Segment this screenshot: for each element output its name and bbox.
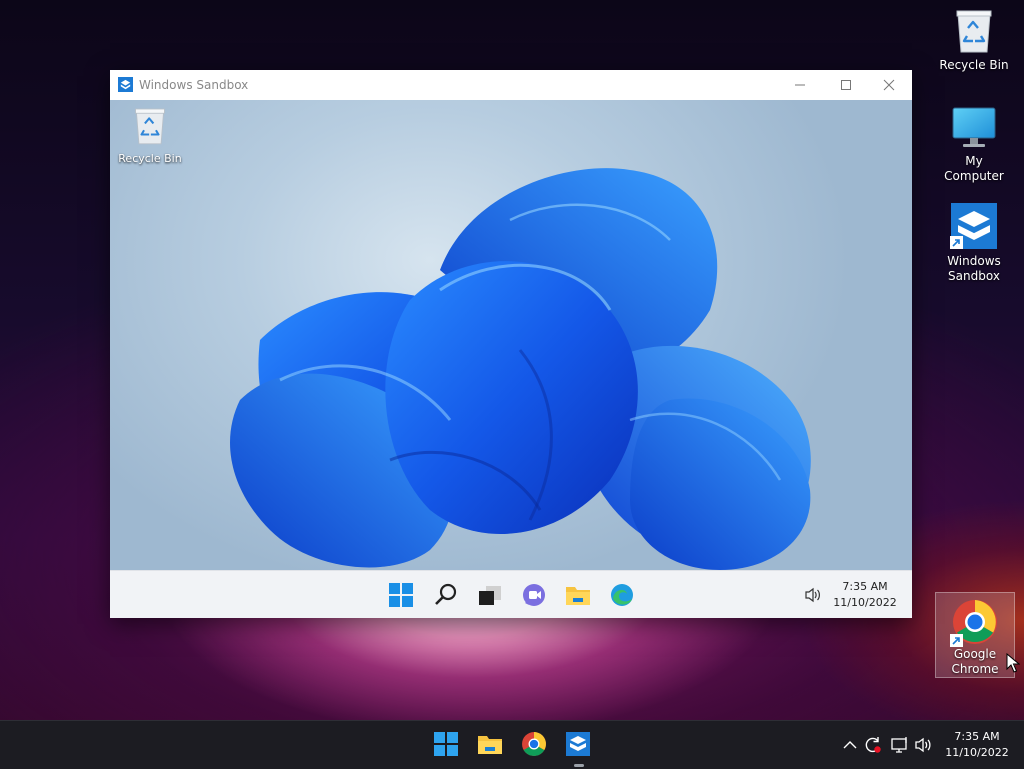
- chevron-up-icon: [843, 741, 857, 749]
- bloom-wallpaper: [230, 168, 811, 570]
- search-icon: [435, 583, 457, 605]
- update-icon: [865, 737, 881, 753]
- desktop-icon-recycle-bin[interactable]: Recycle Bin: [934, 8, 1014, 73]
- network-icon: [891, 737, 907, 753]
- desktop-icon-label: Recycle Bin: [118, 152, 182, 165]
- start-button[interactable]: [388, 582, 414, 608]
- edge-icon: [611, 584, 633, 606]
- desktop-icon-google-chrome[interactable]: Google Chrome: [935, 592, 1015, 678]
- sandbox-desktop[interactable]: Recycle Bin 7:35 AM 11/10/2022: [110, 100, 912, 618]
- task-view-icon: [479, 586, 501, 605]
- chrome-icon: [950, 600, 997, 647]
- show-hidden-icons-button[interactable]: [840, 735, 860, 755]
- volume-button[interactable]: [914, 735, 934, 755]
- chrome-icon: [522, 732, 546, 756]
- taskbar[interactable]: 7:35 AM 11/10/2022: [0, 720, 1024, 769]
- desktop-icon-my-computer[interactable]: My Computer: [934, 106, 1014, 184]
- file-explorer-button[interactable]: [565, 582, 591, 608]
- sandbox-desktop-icon-recycle-bin[interactable]: Recycle Bin: [114, 106, 186, 165]
- window-titlebar[interactable]: Windows Sandbox: [110, 70, 912, 100]
- sandbox-volume-button[interactable]: [804, 587, 822, 606]
- clock-time: 7:35 AM: [842, 580, 888, 593]
- start-icon: [434, 732, 458, 756]
- chat-button[interactable]: [521, 582, 547, 608]
- recycle-bin-icon: [956, 10, 992, 53]
- desktop-icon-label: My Computer: [944, 154, 1004, 183]
- mouse-cursor-icon: [1006, 653, 1020, 673]
- recycle-bin-icon: [135, 108, 165, 145]
- desktop-icon-label: Recycle Bin: [939, 58, 1009, 72]
- monitor-icon: [952, 107, 996, 147]
- volume-icon: [805, 587, 820, 603]
- sandbox-taskbar[interactable]: 7:35 AM 11/10/2022: [110, 570, 912, 618]
- file-explorer-button[interactable]: [477, 731, 505, 759]
- chat-icon: [523, 584, 545, 606]
- clock-date: 11/10/2022: [833, 596, 897, 609]
- file-explorer-icon: [478, 736, 502, 754]
- edge-button[interactable]: [609, 582, 635, 608]
- sandbox-clock[interactable]: 7:35 AM 11/10/2022: [828, 579, 902, 611]
- maximize-icon: [841, 80, 851, 90]
- windows-sandbox-button[interactable]: [565, 731, 593, 767]
- minimize-icon: [795, 84, 805, 86]
- update-button[interactable]: [863, 735, 883, 755]
- windows-sandbox-icon: [566, 732, 590, 756]
- minimize-button[interactable]: [777, 70, 823, 100]
- start-button[interactable]: [433, 731, 461, 759]
- clock-date: 11/10/2022: [945, 746, 1009, 759]
- search-button[interactable]: [433, 582, 459, 608]
- close-icon: [883, 79, 895, 91]
- task-view-button[interactable]: [477, 582, 503, 608]
- network-button[interactable]: [890, 735, 910, 755]
- desktop-icon-windows-sandbox[interactable]: Windows Sandbox: [934, 202, 1014, 284]
- clock-time: 7:35 AM: [954, 730, 1000, 743]
- windows-sandbox-window[interactable]: Windows Sandbox Recycle Bin 7:35 AM 11/1…: [110, 70, 912, 618]
- windows-sandbox-icon: [950, 203, 997, 249]
- desktop-icon-label: Google Chrome: [951, 647, 999, 676]
- windows-sandbox-icon: [118, 77, 133, 95]
- volume-icon: [915, 737, 931, 753]
- chrome-button[interactable]: [521, 731, 549, 759]
- window-title: Windows Sandbox: [139, 78, 249, 92]
- close-button[interactable]: [866, 70, 912, 100]
- start-icon: [389, 583, 413, 607]
- maximize-button[interactable]: [823, 70, 869, 100]
- desktop-icon-label: Windows Sandbox: [947, 254, 1001, 283]
- file-explorer-icon: [566, 587, 590, 605]
- taskbar-clock[interactable]: 7:35 AM 11/10/2022: [940, 729, 1014, 761]
